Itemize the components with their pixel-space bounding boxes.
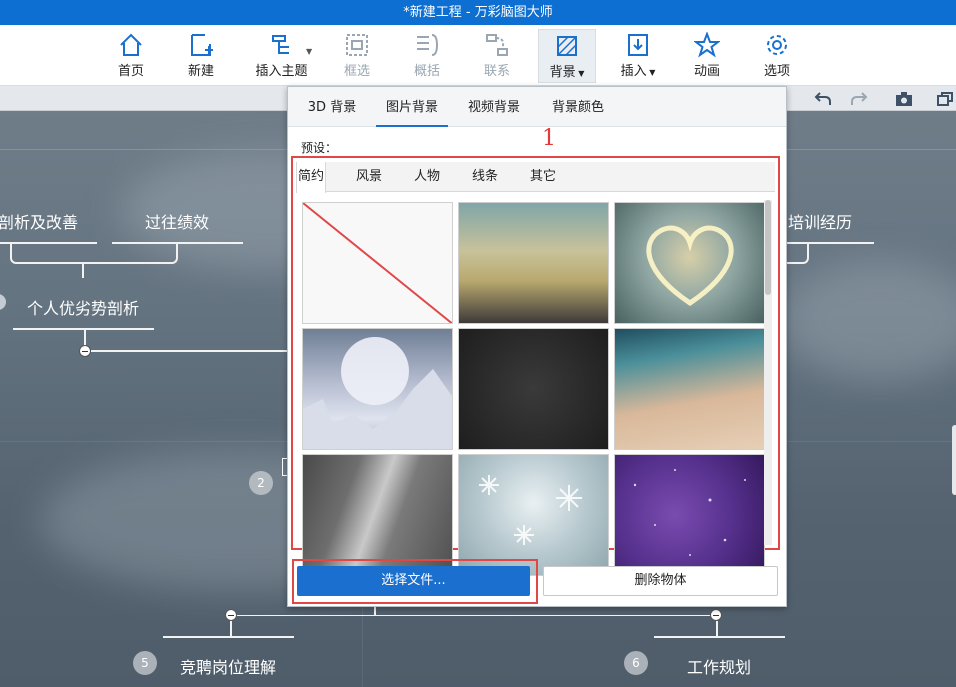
summary-bracket <box>787 244 809 264</box>
relation-button[interactable]: 联系 <box>478 29 516 83</box>
window-title: *新建工程 - 万彩脑图大师 <box>403 5 553 20</box>
insert-topic-icon <box>271 35 289 54</box>
chevron-down-icon: ▼ <box>575 69 585 78</box>
node-number-badge: 5 <box>133 651 157 675</box>
insert-topic-button[interactable]: 插入主题 ▼ <box>244 29 319 83</box>
undo-icon[interactable] <box>814 90 832 108</box>
preset-label: 预设： <box>301 141 338 155</box>
box-select-icon <box>346 34 368 56</box>
window-icon[interactable] <box>936 90 954 108</box>
side-handle[interactable] <box>952 425 956 495</box>
home-icon <box>120 33 142 56</box>
summary-button[interactable]: 概括 <box>408 29 446 83</box>
summary-bracket <box>10 244 178 264</box>
scrollbar[interactable] <box>764 200 772 545</box>
title-bar: *新建工程 - 万彩脑图大师 <box>0 0 956 25</box>
stars-icon <box>633 469 746 556</box>
category-tab-people[interactable]: 人物 <box>412 162 442 192</box>
thumbnail-purple-stars[interactable] <box>614 454 765 576</box>
thumbnail-dark-texture[interactable] <box>458 328 609 450</box>
new-icon <box>191 34 213 56</box>
chevron-down-icon[interactable]: ▼ <box>306 47 312 56</box>
scrollbar-thumb[interactable] <box>765 200 771 295</box>
animation-button[interactable]: 动画 <box>688 29 726 83</box>
camera-icon[interactable] <box>895 90 913 108</box>
category-tab-other[interactable]: 其它 <box>528 162 558 192</box>
category-tab-scenery[interactable]: 风景 <box>354 162 384 192</box>
thumbnail-none[interactable] <box>302 202 453 324</box>
thumbnail-grid <box>296 193 775 576</box>
insert-button[interactable]: 插入 ▼ <box>614 29 662 83</box>
annotation-number: 1 <box>542 126 556 151</box>
collapse-toggle[interactable] <box>710 609 722 621</box>
category-tab-lines[interactable]: 线条 <box>470 162 500 192</box>
category-tabs: 简约 风景 人物 线条 其它 <box>296 162 775 193</box>
thumbnail-glowing-heart[interactable] <box>614 202 765 324</box>
options-button[interactable]: 选项 <box>758 29 796 83</box>
chevron-down-icon: ▼ <box>646 68 656 77</box>
options-icon <box>767 35 787 55</box>
thumbnail-planet-landscape[interactable] <box>302 328 453 450</box>
mindmap-node[interactable]: 过往绩效 <box>145 209 209 233</box>
collapse-toggle[interactable] <box>225 609 237 621</box>
thumbnail-hexagon-gradient[interactable] <box>458 202 609 324</box>
insert-icon <box>628 34 648 56</box>
tab-3d-background[interactable]: 3D 背景 <box>298 87 366 127</box>
thumbnail-teal-sand[interactable] <box>614 328 765 450</box>
redo-icon[interactable] <box>850 90 868 108</box>
background-icon <box>557 36 577 56</box>
mindmap-node[interactable]: 剖析及改善 <box>0 209 78 233</box>
no-background-icon <box>303 203 452 323</box>
animation-icon <box>694 32 720 58</box>
mindmap-node[interactable]: 个人优劣势剖析 <box>27 295 139 319</box>
tab-background-color[interactable]: 背景颜色 <box>542 87 614 127</box>
home-button[interactable]: 首页 <box>112 29 150 83</box>
mindmap-node[interactable]: 培训经历 <box>788 209 852 233</box>
thumbnail-brushed-metal[interactable] <box>302 454 453 576</box>
summary-icon <box>417 34 439 56</box>
mindmap-node[interactable]: 竞聘岗位理解 <box>180 654 276 678</box>
panel-tabs: 3D 背景 图片背景 视频背景 背景颜色 <box>288 87 786 127</box>
choose-file-button[interactable]: 选择文件... <box>297 566 530 596</box>
category-tab-simple[interactable]: 简约 <box>296 162 326 193</box>
delete-object-button[interactable]: 删除物体 <box>543 566 778 596</box>
planet-icon <box>303 337 452 449</box>
new-button[interactable]: 新建 <box>182 29 220 83</box>
tab-video-background[interactable]: 视频背景 <box>458 87 530 127</box>
thumbnail-snowflakes[interactable] <box>458 454 609 576</box>
heart-icon <box>646 225 734 307</box>
background-button[interactable]: 背景 ▼ <box>538 29 596 83</box>
relation-icon <box>486 34 508 56</box>
node-number-badge: 6 <box>624 651 648 675</box>
toolbar: 首页 新建 插入主题 ▼ 框选 概括 联系 背景 ▼ 插入 ▼ 动画 选项 <box>0 25 956 86</box>
node-number-badge: 2 <box>249 471 273 495</box>
collapse-toggle[interactable] <box>79 345 91 357</box>
box-select-button[interactable]: 框选 <box>338 29 376 83</box>
tab-image-background[interactable]: 图片背景 <box>376 87 448 127</box>
mindmap-node[interactable]: 工作规划 <box>687 654 751 678</box>
snowflake-icon <box>479 475 582 545</box>
